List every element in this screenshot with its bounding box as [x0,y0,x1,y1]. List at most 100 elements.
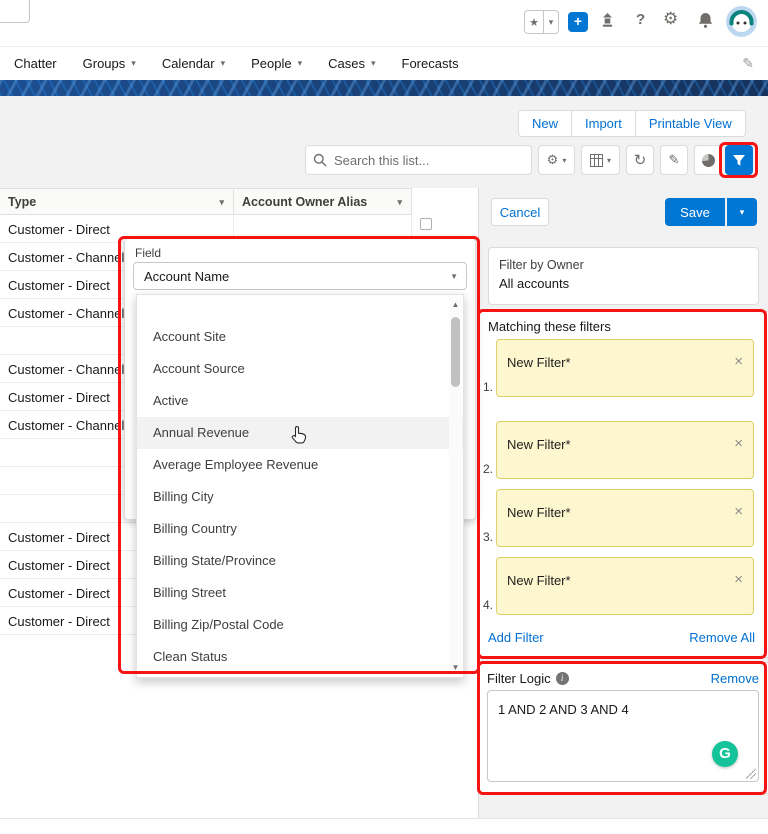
combobox-caret-icon[interactable]: ▼ [450,272,458,281]
gear-icon: ⚙ [546,152,559,167]
sort-chevron-icon[interactable]: ▾ [397,197,402,208]
star-icon[interactable]: ★ [525,11,543,33]
add-filter-link[interactable]: Add Filter [488,630,544,645]
remove-all-link[interactable]: Remove All [689,630,755,645]
field-label: Field [135,246,162,260]
filter-card-4[interactable]: New Filter* × [496,557,754,615]
resize-handle-icon[interactable] [746,769,756,779]
filter-number: 2. [483,462,494,476]
refresh-button[interactable]: ↻ [626,145,654,175]
filter-card-2[interactable]: New Filter* × [496,421,754,479]
nav-tab-label: Groups [82,56,126,71]
pie-chart-icon [701,153,715,167]
charts-button[interactable] [694,145,722,175]
plus-icon: + [573,13,583,29]
cancel-button[interactable]: Cancel [491,198,549,226]
remove-filter-icon[interactable]: × [734,503,743,520]
save-button[interactable]: Save [665,198,725,226]
option-item[interactable]: Average Employee Revenue [137,449,463,481]
nav-tab-label: Forecasts [401,56,459,71]
chevron-down-icon[interactable]: ▾ [131,58,136,69]
chevron-down-icon[interactable]: ▾ [221,58,226,69]
nav-tab-people[interactable]: People ▾ [251,56,302,71]
printable-view-button[interactable]: Printable View [635,111,745,136]
option-item[interactable]: Clean Status [137,641,463,673]
nav-tab-groups[interactable]: Groups ▾ [83,56,136,71]
user-avatar[interactable] [726,6,757,37]
options-scrollbar[interactable]: ▲ ▼ [449,297,462,675]
grammarly-icon[interactable]: G [712,741,738,767]
column-label: Type [8,195,37,209]
table-header-row: Type ▾ Account Owner Alias ▾ [0,188,412,215]
table-header-type[interactable]: Type ▾ [0,189,234,214]
table-header-owner-alias[interactable]: Account Owner Alias ▾ [234,189,412,214]
setup-gear-icon[interactable]: ⚙ [663,9,678,29]
field-options-list: Account Site Account Source Active Annua… [136,294,464,678]
matching-filters-section: Matching these filters New Filter* × 1. … [479,311,768,658]
favorites-button-group[interactable]: ★ ▾ [524,10,559,34]
option-item[interactable]: Billing Street [137,577,463,609]
option-item[interactable]: Billing City [137,481,463,513]
guidance-center-icon[interactable] [600,12,615,28]
filter-logic-section: Filter Logic i Remove 1 AND 2 AND 3 AND … [479,662,768,794]
column-label: Account Owner Alias [242,195,368,209]
row-checkbox[interactable] [420,218,432,230]
import-button[interactable]: Import [572,111,636,136]
help-icon[interactable]: ? [636,11,645,28]
global-header: ★ ▾ + ? ⚙ [0,0,768,46]
display-as-button[interactable]: ▾ [581,145,620,175]
robot-avatar-icon [726,6,757,37]
filter-logic-textarea[interactable]: 1 AND 2 AND 3 AND 4 G [487,690,759,782]
remove-filter-icon[interactable]: × [734,353,743,370]
option-item[interactable]: Account Site [137,321,463,353]
remove-filter-icon[interactable]: × [734,435,743,452]
option-item[interactable]: Billing State/Province [137,545,463,577]
option-item[interactable]: Account Source [137,353,463,385]
nav-tab-cases[interactable]: Cases ▾ [328,56,375,71]
filter-card-label: New Filter* [507,437,571,452]
filter-card-label: New Filter* [507,573,571,588]
nav-tab-label: Calendar [161,56,215,71]
nav-tab-forecasts[interactable]: Forecasts [402,56,459,71]
list-settings-button[interactable]: ⚙ ▾ [538,145,575,175]
global-search-box-edge[interactable] [0,0,30,23]
remove-filter-icon[interactable]: × [734,571,743,588]
nav-tab-chatter[interactable]: Chatter [14,56,57,71]
sort-chevron-icon[interactable]: ▾ [219,197,224,208]
filter-card-3[interactable]: New Filter* × [496,489,754,547]
save-dropdown-button[interactable]: ▾ [727,198,757,226]
filter-logic-title-text: Filter Logic [487,671,551,686]
theme-banner [0,80,768,96]
filter-card-1[interactable]: New Filter* × [496,339,754,397]
funnel-icon [733,154,745,166]
filter-number: 4. [483,598,494,612]
nav-tab-label: People [251,56,292,71]
option-item[interactable]: Billing Zip/Postal Code [137,609,463,641]
notifications-bell-icon[interactable] [697,11,714,29]
info-icon[interactable]: i [555,672,569,685]
owner-filter-value: All accounts [499,276,570,291]
remove-logic-link[interactable]: Remove [711,671,759,686]
scroll-thumb[interactable] [451,317,460,387]
pencil-icon: ✎ [668,152,680,167]
quick-create-button[interactable]: + [568,12,588,32]
option-item[interactable]: Billing Country [137,513,463,545]
favorites-caret-icon[interactable]: ▾ [543,11,558,33]
chevron-down-icon[interactable]: ▾ [371,58,376,69]
scroll-down-icon[interactable]: ▼ [449,663,462,672]
search-icon [313,153,327,167]
filter-number: 3. [483,530,494,544]
scroll-up-icon[interactable]: ▲ [449,300,462,309]
new-button[interactable]: New [519,111,573,136]
chevron-down-icon[interactable]: ▾ [298,58,303,69]
option-item[interactable]: Active [137,385,463,417]
nav-tab-calendar[interactable]: Calendar ▾ [162,56,225,71]
list-action-buttons: New Import Printable View [518,110,746,137]
search-input[interactable] [305,145,532,175]
owner-filter-card[interactable]: Filter by Owner All accounts [488,247,759,305]
inline-edit-button[interactable]: ✎ [660,145,688,175]
nav-edit-pencil-icon[interactable]: ✎ [742,55,754,72]
filter-button[interactable] [725,145,753,175]
filter-logic-value: 1 AND 2 AND 3 AND 4 [498,702,629,717]
field-combobox[interactable] [133,262,467,290]
